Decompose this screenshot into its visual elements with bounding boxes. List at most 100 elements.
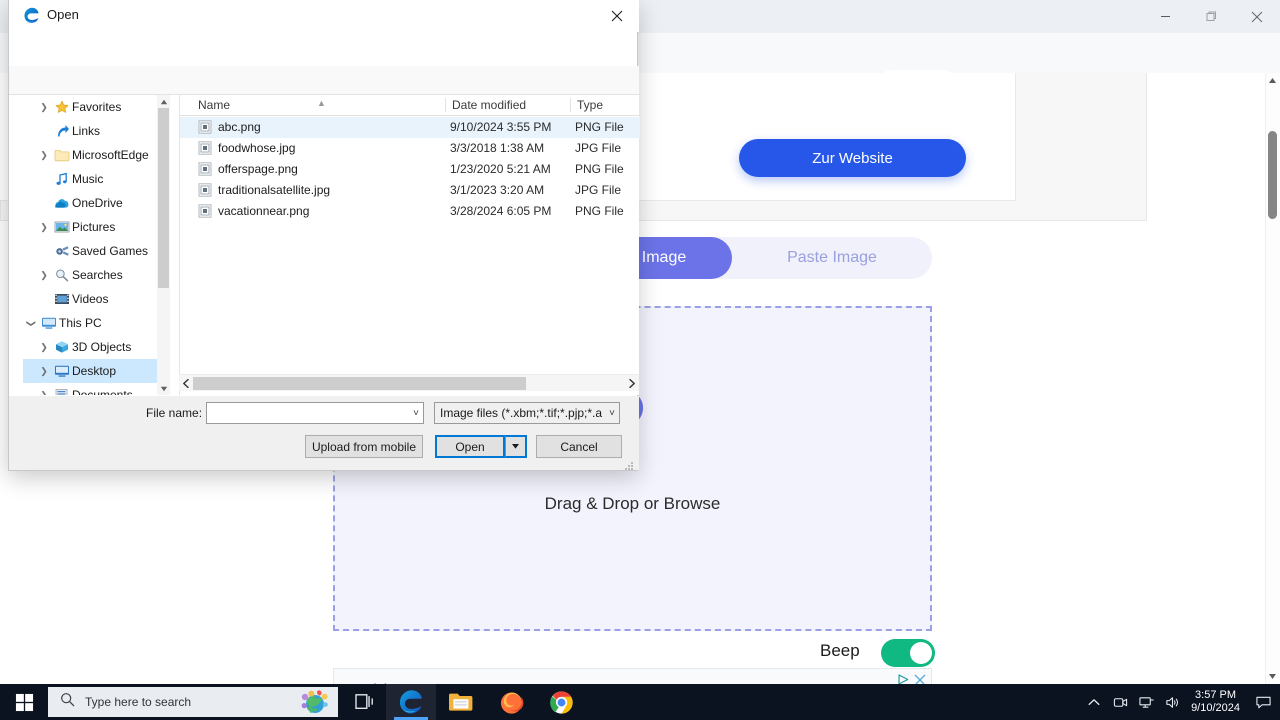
tree-item-desktop[interactable]: ❯ Desktop (23, 359, 170, 383)
tree-item-pictures[interactable]: ❯ Pictures (23, 215, 170, 239)
zur-website-button[interactable]: Zur Website (739, 139, 966, 177)
search-highlight-globe-icon (300, 690, 330, 714)
scroll-down-arrow-icon[interactable] (1265, 669, 1280, 684)
file-icon (198, 141, 212, 155)
tree-item-label: Desktop (72, 364, 117, 378)
tab-paste-image[interactable]: Paste Image (732, 237, 932, 279)
resize-grip[interactable] (624, 458, 634, 470)
column-divider-1[interactable] (445, 98, 446, 112)
dialog-footer: File name: ˅ Image files (*.xbm;*.tif;*.… (9, 396, 639, 470)
file-name-input[interactable]: ˅ (206, 402, 424, 424)
file-icon (198, 204, 212, 218)
tree-item-music[interactable]: Music (23, 167, 170, 191)
hscroll-right-icon[interactable] (625, 375, 639, 392)
table-row[interactable]: traditionalsatellite.jpg 3/1/2023 3:20 AM… (180, 180, 640, 201)
zur-website-label: Zur Website (812, 149, 893, 167)
tree-scrollbar-thumb[interactable] (158, 108, 169, 288)
column-header-type[interactable]: Type (577, 98, 603, 112)
file-type-dropdown-icon[interactable]: ˅ (609, 408, 615, 419)
dialog-close-icon[interactable] (595, 0, 639, 31)
beep-label: Beep (820, 641, 860, 660)
open-button[interactable]: Open (435, 435, 505, 458)
column-header-date[interactable]: Date modified (452, 98, 526, 112)
tree-item-label: Links (72, 124, 101, 138)
firefox-icon[interactable] (486, 684, 536, 720)
open-dropdown-icon[interactable] (505, 435, 527, 458)
cancel-button[interactable]: Cancel (536, 435, 622, 458)
ad-close-icon[interactable] (914, 673, 926, 684)
beep-setting-row: Beep (820, 639, 935, 667)
table-row[interactable]: abc.png 9/10/2024 3:55 PM PNG File (180, 117, 640, 138)
beep-toggle[interactable] (881, 639, 935, 667)
restore-icon[interactable] (1188, 0, 1234, 33)
edge-icon (23, 7, 40, 24)
ad-controls (897, 673, 926, 684)
documents-icon (52, 387, 72, 395)
tree-scroll-up-icon[interactable] (157, 95, 170, 108)
chevron-right-icon[interactable]: ❯ (36, 270, 52, 281)
tree-item-label: This PC (59, 316, 102, 330)
dialog-title: Open (47, 7, 79, 22)
chevron-down-icon[interactable]: ❯ (26, 315, 37, 331)
close-icon[interactable] (1234, 0, 1280, 33)
volume-icon[interactable] (1159, 684, 1185, 720)
chevron-right-icon[interactable]: ❯ (36, 342, 52, 353)
network-icon[interactable] (1133, 684, 1159, 720)
table-row[interactable]: vacationnear.png 3/28/2024 6:05 PM PNG Fil… (180, 201, 640, 222)
adchoices-icon[interactable] (897, 673, 910, 684)
dialog-navbar: ▸ This PC ▸ Desktop ˅ Search Desktop (9, 32, 639, 91)
tree-item-microsoftedge[interactable]: ❯ MicrosoftEdge (23, 143, 170, 167)
advertisement-box[interactable]: Telekom (333, 668, 932, 684)
tab-image-label: Image (641, 249, 687, 266)
edge-icon[interactable] (386, 684, 436, 720)
table-row[interactable]: offerspage.png 1/23/2020 5:21 AM PNG File (180, 159, 640, 180)
tree-item-3d-objects[interactable]: ❯ 3D Objects (23, 335, 170, 359)
tree-item-favorites[interactable]: ❯ Favorites (23, 95, 170, 119)
file-name: abc.png (218, 120, 261, 134)
tree-item-documents[interactable]: ❯ Documents (23, 383, 170, 395)
tree-item-links[interactable]: Links (23, 119, 170, 143)
scroll-up-arrow-icon[interactable] (1265, 73, 1280, 88)
chevron-right-icon[interactable]: ❯ (36, 102, 52, 113)
camera-icon[interactable] (1107, 684, 1133, 720)
tree-item-searches[interactable]: ❯ Searches (23, 263, 170, 287)
open-button-label: Open (455, 439, 485, 454)
file-name: foodwhose.jpg (218, 141, 296, 155)
hscroll-left-icon[interactable] (179, 375, 193, 392)
file-type: JPG File (575, 141, 622, 155)
tree-item-saved-games[interactable]: Saved Games (23, 239, 170, 263)
tree-item-label: Saved Games (72, 244, 149, 258)
table-row[interactable]: foodwhose.jpg 3/3/2018 1:38 AM JPG File (180, 138, 640, 159)
chrome-icon[interactable] (536, 684, 586, 720)
chevron-right-icon[interactable]: ❯ (36, 150, 52, 161)
file-name-dropdown-icon[interactable]: ˅ (413, 408, 419, 419)
taskbar-time: 3:57 PM (1195, 689, 1237, 701)
navigation-tree[interactable]: ❯ Favorites Links ❯ MicrosoftEdge Music OneDri… (23, 95, 170, 395)
file-list-pane[interactable]: Name ▲ Date modified Type abc.png 9/10/20… (179, 95, 640, 395)
file-explorer-icon[interactable] (436, 684, 486, 720)
tree-item-videos[interactable]: Videos (23, 287, 170, 311)
file-type-filter[interactable]: Image files (*.xbm;*.tif;*.pjp;*.a ˅ (434, 402, 620, 424)
windows-start-icon[interactable] (0, 684, 48, 720)
hscrollbar-thumb[interactable] (193, 377, 526, 390)
tree-item-label: Documents (72, 388, 133, 395)
chevron-right-icon[interactable]: ❯ (36, 390, 52, 396)
page-scrollbar-thumb[interactable] (1268, 131, 1277, 219)
chevron-right-icon[interactable]: ❯ (36, 222, 52, 233)
task-view-icon[interactable] (340, 684, 390, 720)
tree-item-onedrive[interactable]: OneDrive (23, 191, 170, 215)
taskbar-clock[interactable]: 3:57 PM 9/10/2024 (1185, 689, 1246, 715)
file-date-modified: 3/3/2018 1:38 AM (450, 141, 545, 155)
column-header-name[interactable]: Name (198, 98, 230, 112)
chevron-right-icon[interactable]: ❯ (36, 366, 52, 377)
column-divider-2[interactable] (570, 98, 571, 112)
minimize-icon[interactable] (1142, 0, 1188, 33)
show-hidden-icons-icon[interactable] (1081, 684, 1107, 720)
tree-scroll-down-icon[interactable] (157, 382, 170, 395)
upload-from-mobile-button[interactable]: Upload from mobile (305, 435, 423, 458)
taskbar-search-box[interactable]: Type here to search (48, 687, 338, 717)
file-list-hscrollbar[interactable] (179, 374, 639, 391)
tree-item-this-pc[interactable]: ❯ This PC (23, 311, 170, 335)
page-scrollbar[interactable] (1265, 73, 1280, 684)
notifications-icon[interactable] (1246, 684, 1280, 720)
